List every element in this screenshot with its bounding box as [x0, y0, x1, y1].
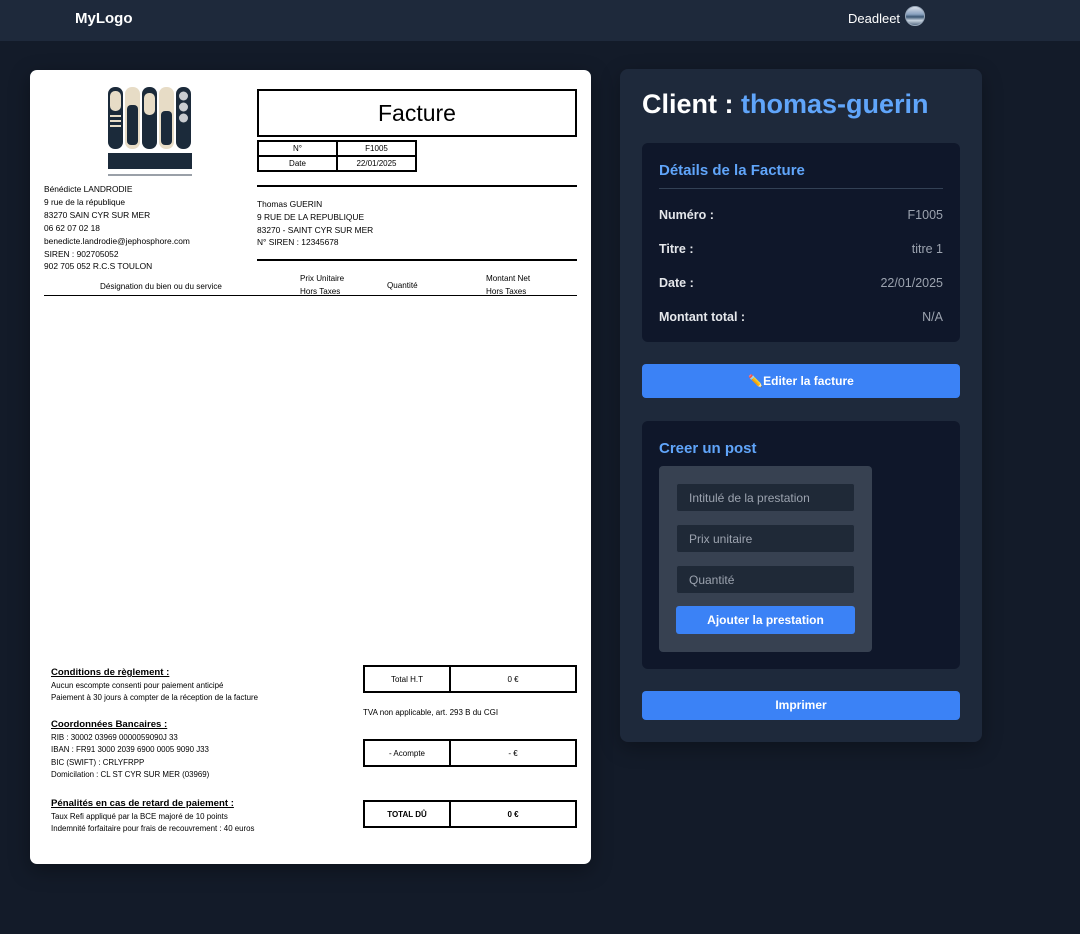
client-info: Thomas GUERIN 9 RUE DE LA REPUBLIQUE 832…: [257, 198, 373, 249]
seller-city: 83270 SAIN CYR SUR MER: [44, 209, 151, 220]
seller-siren: SIREN : 902705052: [44, 248, 119, 259]
top-navbar: MyLogo Deadleet: [0, 0, 1080, 41]
invoice-meta-table: N° F1005 Date 22/01/2025: [257, 140, 417, 172]
total-due-value: 0 €: [449, 800, 577, 828]
col-net-amount-line2: Hors Taxes: [486, 286, 527, 296]
prestation-title-input[interactable]: [676, 483, 855, 512]
payment-conditions: Conditions de règlement : Aucun escompte…: [51, 665, 258, 705]
bank-bic: BIC (SWIFT) : CRLYFRPP: [51, 757, 145, 767]
seller-info: Bénédicte LANDRODIE 9 rue de la républiq…: [44, 183, 190, 273]
detail-total-label: Montant total :: [659, 310, 746, 324]
invoice-number: F1005: [336, 140, 417, 157]
invoice-title: Facture: [257, 89, 577, 137]
detail-total-value: N/A: [922, 310, 943, 324]
deposit-value: - €: [449, 739, 577, 767]
create-post-title: Creer un post: [659, 440, 757, 457]
user-avatar[interactable]: [905, 6, 925, 26]
create-post-form: Ajouter la prestation: [659, 466, 872, 652]
total-ht-value: 0 €: [449, 665, 577, 693]
client-panel: Client : thomas-guerin Détails de la Fac…: [620, 69, 982, 742]
col-unit-price-line2: Hors Taxes: [300, 286, 341, 296]
client-label: Client :: [642, 89, 734, 119]
total-due-label: TOTAL DÛ: [363, 800, 451, 828]
col-unit-price-line1: Prix Unitaire: [300, 274, 345, 283]
seller-street: 9 rue de la république: [44, 196, 126, 207]
bank-domiciliation: Domicilation : CL ST CYR SUR MER (03969): [51, 769, 210, 779]
client-name: Thomas GUERIN: [257, 199, 323, 209]
seller-email: benedicte.landrodie@jephosphore.com: [44, 235, 190, 246]
detail-row-date: Date : 22/01/2025: [659, 276, 943, 292]
total-ht-label: Total H.T: [363, 665, 451, 693]
detail-title-label: Titre :: [659, 242, 694, 256]
client-street: 9 RUE DE LA REPUBLIQUE: [257, 211, 365, 222]
detail-number-value: F1005: [907, 208, 943, 222]
client-name-link: thomas-guerin: [741, 89, 929, 119]
detail-row-number: Numéro : F1005: [659, 208, 943, 224]
edit-invoice-button[interactable]: ✏️Editer la facture: [642, 364, 960, 398]
app-logo[interactable]: MyLogo: [75, 10, 133, 27]
total-due-table: TOTAL DÛ 0 €: [363, 800, 577, 828]
deposit-label: - Acompte: [363, 739, 451, 767]
deposit-table: - Acompte - €: [363, 739, 577, 767]
invoice-preview: Bénédicte LANDRODIE 9 rue de la républiq…: [30, 70, 591, 864]
bank-rib: RIB : 30002 03969 0000059090J 33: [51, 733, 178, 742]
penalties-line2: Indemnité forfaitaire pour frais de reco…: [51, 824, 255, 834]
col-net-amount-line1: Montant Net: [486, 274, 531, 283]
client-bottom-divider: [257, 259, 577, 261]
detail-row-total: Montant total : N/A: [659, 310, 943, 326]
seller-name: Bénédicte LANDRODIE: [44, 184, 133, 194]
penalties-line1: Taux Refi appliqué par la BCE majoré de …: [51, 812, 228, 821]
details-title: Détails de la Facture: [659, 162, 805, 179]
bank-iban: IBAN : FR91 3000 2039 6900 0005 9090 J33: [51, 745, 209, 755]
bank-heading: Coordonnées Bancaires :: [51, 719, 168, 730]
client-top-divider: [257, 185, 577, 187]
detail-number-label: Numéro :: [659, 208, 714, 222]
conditions-line2: Paiement à 30 jours à compter de la réce…: [51, 693, 259, 703]
create-post-card: Creer un post Ajouter la prestation: [642, 421, 960, 669]
col-designation: Désignation du bien ou du service: [100, 282, 222, 291]
tva-note: TVA non applicable, art. 293 B du CGI: [363, 708, 499, 717]
seller-phone: 06 62 07 02 18: [44, 222, 100, 233]
client-heading: Client : thomas-guerin: [642, 89, 929, 120]
conditions-line1: Aucun escompte consenti pour paiement an…: [51, 681, 224, 690]
late-penalties: Pénalités en cas de retard de paiement :…: [51, 796, 255, 836]
invoice-details-card: Détails de la Facture Numéro : F1005 Tit…: [642, 143, 960, 342]
seller-rcs: 902 705 052 R.C.S TOULON: [44, 261, 153, 272]
bank-details: Coordonnées Bancaires : RIB : 30002 0396…: [51, 717, 209, 781]
unit-price-input[interactable]: [676, 524, 855, 553]
phosphore-logo: [108, 87, 192, 176]
detail-title-value: titre 1: [911, 242, 943, 256]
details-divider: [659, 188, 943, 189]
number-label: N°: [257, 140, 338, 157]
invoice-date: 22/01/2025: [336, 155, 417, 172]
penalties-heading: Pénalités en cas de retard de paiement :: [51, 798, 234, 809]
date-label: Date: [257, 155, 338, 172]
table-header-divider: [44, 295, 577, 296]
conditions-heading: Conditions de règlement :: [51, 667, 170, 678]
col-quantity: Quantité: [387, 281, 418, 290]
username[interactable]: Deadleet: [848, 11, 900, 26]
quantity-input[interactable]: [676, 565, 855, 594]
detail-date-value: 22/01/2025: [880, 276, 943, 290]
add-prestation-button[interactable]: Ajouter la prestation: [676, 606, 855, 634]
detail-date-label: Date :: [659, 276, 694, 290]
client-city: 83270 - SAINT CYR SUR MER: [257, 224, 374, 235]
client-siren: N° SIREN : 12345678: [257, 237, 339, 248]
detail-row-title: Titre : titre 1: [659, 242, 943, 258]
print-button[interactable]: Imprimer: [642, 691, 960, 720]
total-ht-table: Total H.T 0 €: [363, 665, 577, 693]
